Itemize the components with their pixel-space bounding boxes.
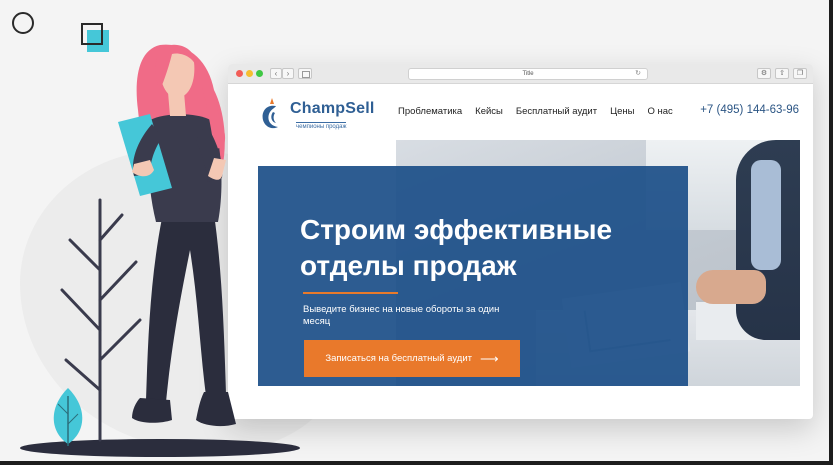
- ground-shadow: [20, 439, 300, 457]
- woman-figure: [118, 44, 236, 427]
- teal-leaf-icon: [53, 388, 83, 446]
- illustration: [20, 44, 300, 457]
